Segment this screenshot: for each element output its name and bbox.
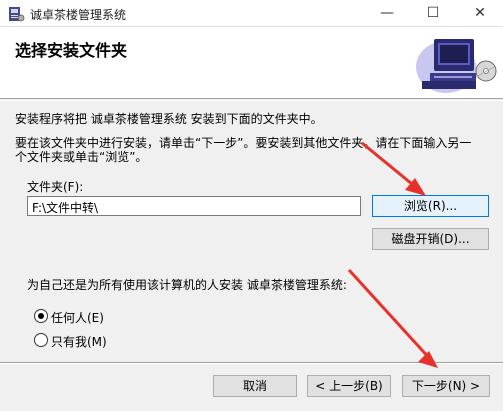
radio-everyone[interactable] [34, 309, 48, 323]
title-bar: 诚卓茶楼管理系统 — ☐ ✕ [0, 0, 503, 27]
installer-app-icon [9, 7, 25, 22]
header-divider [0, 100, 503, 101]
folder-path-input[interactable]: F:\文件中转\ [27, 196, 361, 216]
disk-cost-button[interactable]: 磁盘开销(D)... [372, 228, 489, 250]
folder-label: 文件夹(F): [27, 180, 84, 194]
computer-setup-icon [416, 39, 497, 93]
instruction-text-2: 个文件夹或单击“浏览”。 [15, 150, 148, 164]
radio-just-me-label[interactable]: 只有我(M) [51, 333, 107, 350]
next-button[interactable]: 下一步(N) > [402, 375, 490, 397]
cancel-button[interactable]: 取消 [213, 375, 297, 397]
browse-button[interactable]: 浏览(R)... [372, 195, 489, 217]
minimize-button[interactable]: — [364, 0, 410, 27]
arrow-head-browse [405, 178, 426, 196]
intro-text: 安装程序将把 诚卓茶楼管理系统 安装到下面的文件夹中。 [15, 112, 323, 126]
footer-divider-highlight [0, 363, 503, 364]
wizard-header: 选择安装文件夹 [0, 27, 503, 99]
arrow-head-next [418, 351, 438, 368]
radio-everyone-label[interactable]: 任何人(E) [51, 309, 104, 326]
radio-just-me[interactable] [34, 333, 48, 347]
maximize-button[interactable]: ☐ [410, 0, 456, 27]
install-for-label: 为自己还是为所有使用该计算机的人安装 诚卓茶楼管理系统: [27, 278, 347, 292]
arrow-to-next [347, 268, 433, 362]
page-title: 选择安装文件夹 [15, 41, 128, 60]
radio-selected-dot [38, 313, 44, 319]
close-button[interactable]: ✕ [457, 0, 503, 27]
back-button[interactable]: < 上一步(B) [307, 375, 391, 397]
window-title: 诚卓茶楼管理系统 [30, 8, 127, 22]
